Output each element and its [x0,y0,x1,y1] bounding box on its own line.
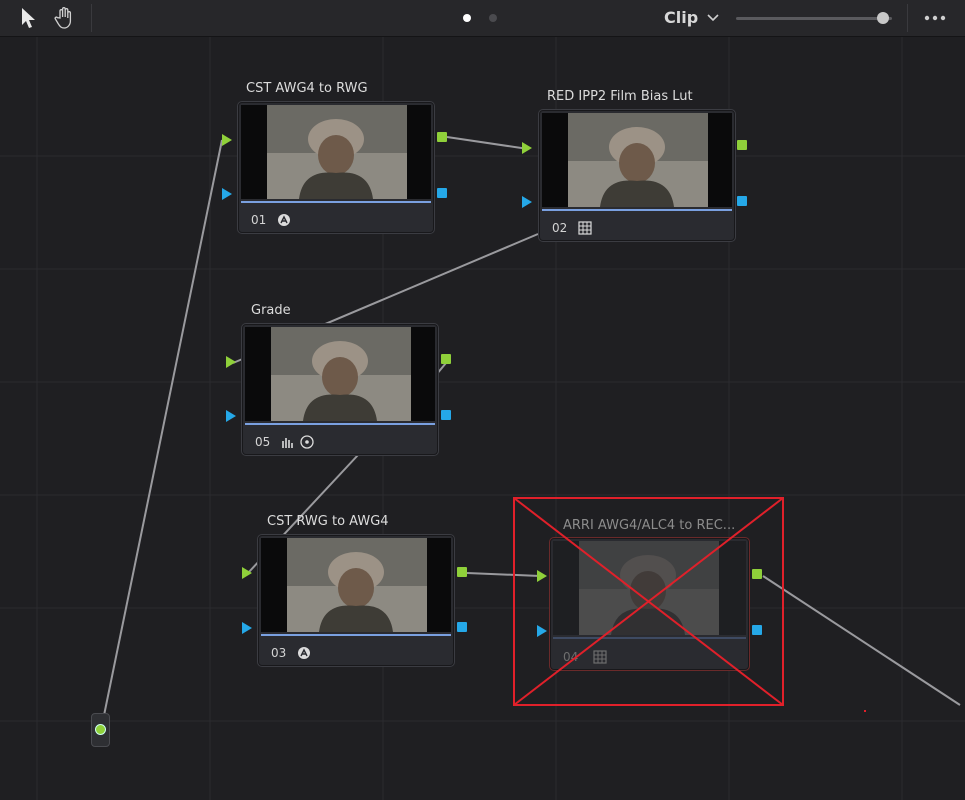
page-dot-inactive[interactable] [489,14,497,22]
node-03-rgb-output[interactable] [457,567,467,577]
node-status-bar [261,634,451,636]
node-02-alpha-output[interactable] [737,196,747,206]
node-03-label: CST RWG to AWG4 [267,514,389,529]
node-05-label: Grade [251,303,291,318]
canvas-grid [0,37,965,800]
node-05[interactable]: 05 [242,324,438,455]
node-03-alpha-input[interactable] [242,622,252,634]
node-03-rgb-input[interactable] [242,567,252,579]
source-output-port[interactable] [95,724,106,735]
node-status-bar [245,423,435,425]
chevron-down-icon[interactable] [706,12,720,24]
node-thumbnail [542,113,732,207]
node-02-alpha-input[interactable] [522,196,532,208]
connection-node-01-to-node-02[interactable] [446,136,529,150]
node-02-label: RED IPP2 Film Bias Lut [547,89,693,104]
toolbar-divider [907,4,908,32]
toolbar-divider [91,4,92,32]
color-space-transform-icon [278,214,290,226]
stray-red-pixel [864,710,866,712]
node-status-bar [542,209,732,211]
node-02[interactable]: 02 [539,110,735,241]
zoom-slider-handle[interactable] [876,12,889,24]
connection-source-to-node-01[interactable] [100,139,223,731]
node-graph-canvas[interactable]: CST AWG4 to RWG 01 RED IPP2 Film Bias Lu… [0,37,965,800]
node-editor-toolbar: Clip [0,0,965,37]
node-02-rgb-input[interactable] [522,142,532,154]
canvas-grid-and-connections [0,37,965,800]
pointer-icon[interactable] [18,6,40,30]
node-status-bar [241,201,431,203]
node-number: 05 [255,435,271,449]
node-01-alpha-input[interactable] [222,188,232,200]
disabled-node-x-mark [513,497,784,706]
node-05-alpha-output[interactable] [441,410,451,420]
connection-node-04-output[interactable] [762,575,961,706]
node-03[interactable]: 03 [258,535,454,666]
curves-and-target-icon [282,435,314,449]
node-01-rgb-input[interactable] [222,134,232,146]
node-03-alpha-output[interactable] [457,622,467,632]
node-number: 02 [552,221,568,235]
node-thumbnail [261,538,451,632]
node-thumbnail [241,105,431,199]
node-05-rgb-input[interactable] [226,356,236,368]
source-input-node[interactable] [91,713,110,747]
node-01[interactable]: 01 [238,102,434,233]
zoom-slider[interactable] [736,17,892,20]
hand-icon[interactable] [54,6,76,30]
node-thumbnail [245,327,435,421]
node-number: 01 [251,213,267,227]
color-space-transform-icon [298,647,310,659]
lut-grid-icon [578,221,592,235]
node-05-rgb-output[interactable] [441,354,451,364]
node-01-label: CST AWG4 to RWG [246,81,368,96]
clip-mode-dropdown[interactable]: Clip [664,8,698,27]
more-options-icon[interactable] [918,8,952,28]
node-05-alpha-input[interactable] [226,410,236,422]
page-dot-active[interactable] [463,14,471,22]
node-01-rgb-output[interactable] [437,132,447,142]
node-number: 03 [271,646,287,660]
node-02-rgb-output[interactable] [737,140,747,150]
node-01-alpha-output[interactable] [437,188,447,198]
